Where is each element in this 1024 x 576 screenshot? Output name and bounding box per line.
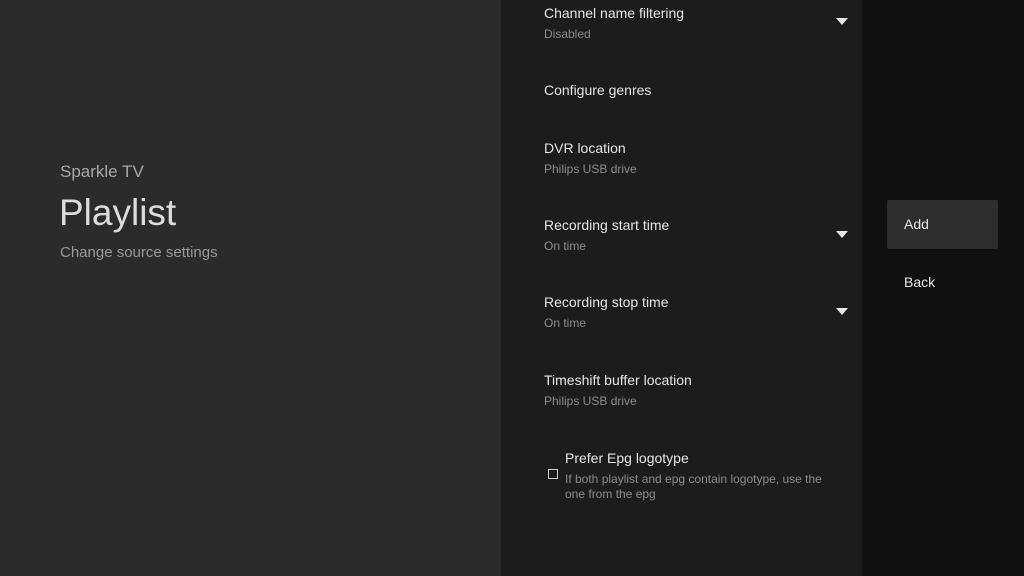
setting-value: Philips USB drive	[544, 394, 637, 408]
page-subtitle: Change source settings	[60, 244, 218, 261]
prefer-epg-checkbox[interactable]	[548, 469, 558, 479]
page-title: Playlist	[59, 192, 177, 233]
setting-channel-name-filtering[interactable]: Channel name filtering Disabled	[544, 5, 848, 41]
setting-recording-start-time[interactable]: Recording start time On time	[544, 217, 848, 253]
setting-title: Timeshift buffer location	[544, 372, 692, 388]
setting-title: Configure genres	[544, 82, 652, 98]
app-name: Sparkle TV	[60, 162, 144, 181]
setting-title: Channel name filtering	[544, 5, 685, 21]
settings-list: Channel name filtering Disabled Configur…	[501, 0, 862, 576]
dropdown-arrow-icon	[836, 308, 848, 315]
setting-title: Recording start time	[544, 217, 670, 233]
add-button[interactable]: Add	[887, 200, 998, 249]
setting-title: Recording stop time	[544, 294, 669, 310]
back-button[interactable]: Back	[887, 258, 998, 307]
setting-dvr-location[interactable]: DVR location Philips USB drive	[544, 140, 834, 176]
setting-recording-stop-time[interactable]: Recording stop time On time	[544, 294, 848, 330]
dropdown-arrow-icon	[836, 231, 848, 238]
setting-description: If both playlist and epg contain logotyp…	[565, 472, 822, 501]
setting-value: Disabled	[544, 27, 591, 41]
actions-panel: Add Back	[862, 0, 1024, 576]
settings-screen: Sparkle TV Playlist Change source settin…	[0, 0, 1024, 576]
checkbox-text: Prefer Epg logotype If both playlist and…	[565, 450, 825, 502]
setting-value: Philips USB drive	[544, 162, 637, 176]
setting-title: Prefer Epg logotype	[565, 450, 689, 466]
setting-value: On time	[544, 316, 587, 330]
setting-title: DVR location	[544, 140, 626, 156]
setting-timeshift-buffer-location[interactable]: Timeshift buffer location Philips USB dr…	[544, 372, 834, 408]
guidance-panel: Sparkle TV Playlist Change source settin…	[0, 0, 501, 576]
setting-configure-genres[interactable]: Configure genres	[544, 82, 834, 98]
setting-value: On time	[544, 239, 587, 253]
dropdown-arrow-icon	[836, 18, 848, 25]
